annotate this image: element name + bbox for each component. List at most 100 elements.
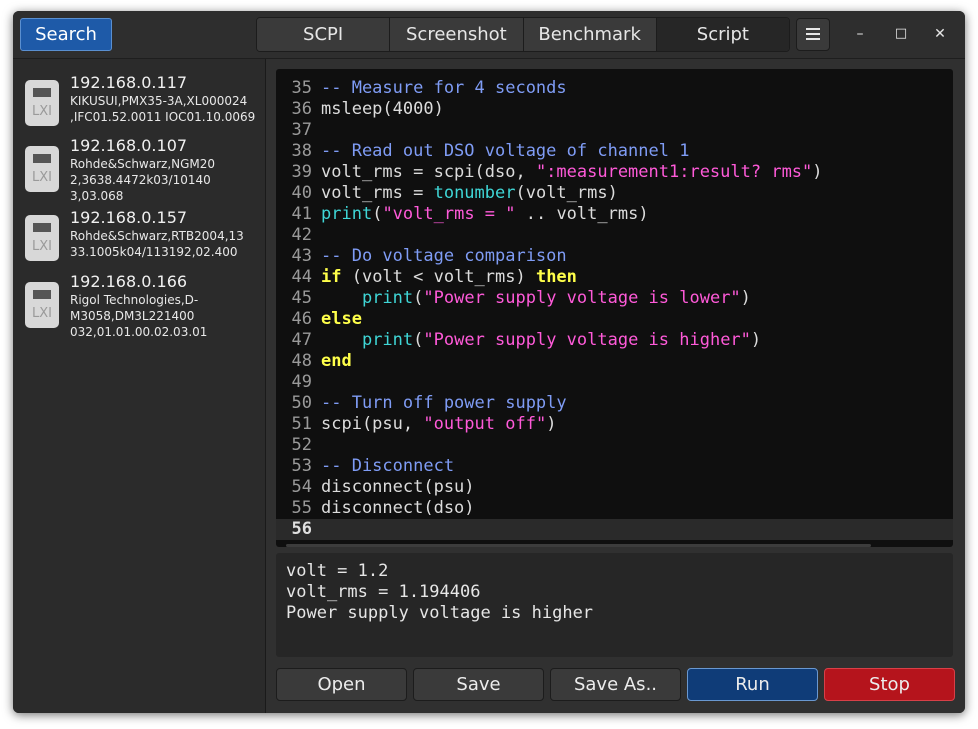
code-token-plain: volt_rms = scpi(dso, bbox=[321, 162, 536, 182]
code-token-comment: -- Read out DSO voltage of channel 1 bbox=[321, 141, 690, 161]
horizontal-scrollbar[interactable] bbox=[286, 544, 871, 547]
code-token-keyword: else bbox=[321, 309, 362, 329]
line-number: 55 bbox=[291, 498, 312, 518]
title-bar: Search SCPI Screenshot Benchmark Script … bbox=[13, 11, 965, 59]
hamburger-icon bbox=[806, 28, 820, 30]
code-token-comment: -- Measure for 4 seconds bbox=[321, 78, 567, 98]
hamburger-icon-bar bbox=[806, 33, 820, 35]
code-token-builtin: print bbox=[361, 288, 414, 308]
lxi-icon-label: LXI bbox=[32, 306, 52, 321]
device-item[interactable]: LXI 192.168.0.166 Rigol Technologies,D- … bbox=[13, 272, 265, 340]
device-list: LXI 192.168.0.117 KIKUSUI,PMX35-3A,XL000… bbox=[13, 59, 266, 713]
line-number: 47 bbox=[291, 330, 312, 350]
device-item[interactable]: LXI 192.168.0.107 Rohde&Schwarz,NGM20 2,… bbox=[13, 136, 265, 204]
lxi-device-icon: LXI bbox=[25, 80, 59, 126]
search-button[interactable]: Search bbox=[20, 18, 112, 51]
line-number: 43 bbox=[291, 246, 312, 266]
code-token-plain: ) bbox=[740, 288, 751, 308]
line-number: 44 bbox=[291, 267, 312, 287]
line-number: 36 bbox=[291, 99, 312, 119]
code-line: 53 -- Disconnect bbox=[276, 456, 953, 477]
code-token-plain: ) bbox=[546, 414, 557, 434]
device-item[interactable]: LXI 192.168.0.117 KIKUSUI,PMX35-3A,XL000… bbox=[13, 73, 265, 131]
run-button[interactable]: Run bbox=[687, 668, 818, 701]
code-line: 56 bbox=[276, 519, 953, 540]
code-line: 40 volt_rms = tonumber(volt_rms) bbox=[276, 183, 953, 204]
code-token-comment: -- Do voltage comparison bbox=[321, 246, 567, 266]
output-line: Power supply voltage is higher bbox=[286, 603, 594, 623]
close-icon[interactable]: ✕ bbox=[927, 21, 953, 47]
device-item[interactable]: LXI 192.168.0.157 Rohde&Schwarz,RTB2004,… bbox=[13, 208, 265, 266]
code-line: 35 -- Measure for 4 seconds bbox=[276, 78, 953, 99]
device-description: Rohde&Schwarz,RTB2004,13 33.1005k04/1131… bbox=[70, 229, 244, 259]
device-ip: 192.168.0.157 bbox=[70, 208, 188, 227]
line-number: 49 bbox=[291, 372, 312, 392]
tab-bar: SCPI Screenshot Benchmark Script bbox=[256, 17, 790, 52]
stop-button[interactable]: Stop bbox=[824, 668, 955, 701]
tab-screenshot[interactable]: Screenshot bbox=[390, 18, 524, 51]
device-description: Rohde&Schwarz,NGM20 2,3638.4472k03/10140… bbox=[70, 157, 216, 203]
code-line: 50 -- Turn off power supply bbox=[276, 393, 953, 414]
code-lines: 35 -- Measure for 4 seconds 36 msleep(4000)… bbox=[276, 78, 953, 540]
lxi-icon-screen bbox=[33, 290, 51, 299]
code-token-string: ":measurement1:result? rms" bbox=[535, 162, 813, 182]
code-line: 48 end bbox=[276, 351, 953, 372]
code-token-string: "volt_rms = " bbox=[382, 204, 516, 224]
line-number: 41 bbox=[291, 204, 312, 224]
lxi-icon-screen bbox=[33, 223, 51, 232]
script-panel: 35 -- Measure for 4 seconds 36 msleep(4000)… bbox=[266, 59, 965, 713]
lxi-icon-screen bbox=[33, 154, 51, 163]
code-token-plain: scpi(psu, bbox=[321, 414, 424, 434]
code-token-plain: ( bbox=[413, 330, 424, 350]
code-token-string: "Power supply voltage is higher" bbox=[423, 330, 751, 350]
lxi-device-icon: LXI bbox=[25, 215, 59, 261]
line-number: 37 bbox=[291, 120, 312, 140]
save-as-button[interactable]: Save As.. bbox=[550, 668, 681, 701]
code-line: 51 scpi(psu, "output off") bbox=[276, 414, 953, 435]
open-button[interactable]: Open bbox=[276, 668, 407, 701]
line-number: 40 bbox=[291, 183, 312, 203]
tab-scpi[interactable]: SCPI bbox=[257, 18, 391, 51]
line-number: 45 bbox=[291, 288, 312, 308]
line-number: 51 bbox=[291, 414, 312, 434]
tab-script[interactable]: Script bbox=[656, 18, 789, 51]
tab-benchmark[interactable]: Benchmark bbox=[523, 18, 657, 51]
code-line: 37 bbox=[276, 120, 953, 141]
code-token-plain: (volt_rms) bbox=[515, 183, 618, 203]
code-line: 46 else bbox=[276, 309, 953, 330]
code-token-plain: ) bbox=[812, 162, 823, 182]
code-token-plain: ) bbox=[750, 330, 762, 350]
code-token-plain: .. volt_rms) bbox=[515, 204, 649, 224]
device-ip: 192.168.0.117 bbox=[70, 73, 188, 92]
code-line: 47 print("Power supply voltage is higher… bbox=[276, 330, 953, 351]
code-line: 38 -- Read out DSO voltage of channel 1 bbox=[276, 141, 953, 162]
code-line: 55 disconnect(dso) bbox=[276, 498, 953, 519]
code-line: 42 bbox=[276, 225, 953, 246]
line-number: 50 bbox=[291, 393, 312, 413]
code-token-keyword: end bbox=[321, 351, 352, 371]
code-token-builtin: print bbox=[361, 330, 414, 350]
lxi-icon-screen bbox=[33, 88, 51, 97]
code-editor[interactable]: 35 -- Measure for 4 seconds 36 msleep(4000)… bbox=[276, 69, 953, 547]
code-token-plain: (volt < volt_rms) bbox=[341, 267, 536, 287]
code-token-plain: ( bbox=[372, 204, 383, 224]
code-token-comment: -- Disconnect bbox=[321, 456, 455, 476]
minimize-icon[interactable]: – bbox=[847, 21, 873, 47]
code-token-plain: msleep(4000) bbox=[321, 99, 444, 119]
code-token-string: "output off" bbox=[423, 414, 547, 434]
code-line: 52 bbox=[276, 435, 953, 456]
script-button-row: Open Save Save As.. Run Stop bbox=[276, 668, 955, 701]
output-line: volt = 1.2 bbox=[286, 561, 389, 581]
lxi-device-icon: LXI bbox=[25, 282, 59, 328]
code-line: 54 disconnect(psu) bbox=[276, 477, 953, 498]
maximize-icon[interactable]: □ bbox=[888, 21, 914, 47]
line-number: 39 bbox=[291, 162, 312, 182]
hamburger-menu-button[interactable] bbox=[796, 18, 830, 51]
code-token-keyword: if bbox=[321, 267, 342, 287]
code-token-plain: disconnect(psu) bbox=[321, 477, 475, 497]
app-window: Search SCPI Screenshot Benchmark Script … bbox=[13, 11, 965, 713]
save-button[interactable]: Save bbox=[413, 668, 544, 701]
code-token-comment: -- Turn off power supply bbox=[321, 393, 567, 413]
